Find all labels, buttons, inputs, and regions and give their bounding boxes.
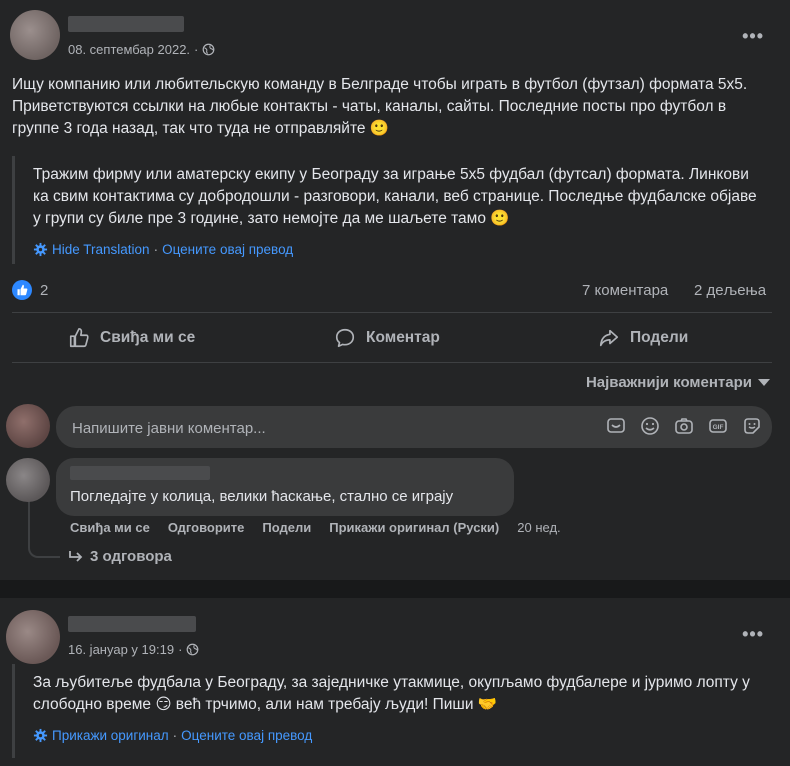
comment-sort-dropdown[interactable]: Најважнији коментари — [586, 374, 770, 391]
translation-controls: Hide Translation · Оцените овај превод — [33, 242, 293, 257]
gear-icon — [33, 728, 48, 743]
current-user-avatar[interactable] — [6, 404, 50, 448]
hide-translation-link[interactable]: Hide Translation — [52, 242, 150, 257]
comment-input[interactable] — [70, 406, 594, 450]
shares-count[interactable]: 2 дељења — [694, 282, 766, 299]
comment-text: Погледајте у колица, велики ћаскање, ста… — [70, 488, 454, 505]
commenter-name-redacted[interactable] — [70, 466, 210, 480]
caret-down-icon — [758, 378, 770, 386]
translation-quote: За љубитеље фудбала у Београду, за зајед… — [12, 664, 775, 758]
post-date[interactable]: 08. септембар 2022. — [68, 42, 190, 57]
author-avatar[interactable] — [6, 610, 60, 664]
like-reaction-icon — [12, 280, 32, 300]
sticker-icon[interactable] — [742, 416, 762, 436]
author-avatar[interactable] — [10, 10, 60, 60]
comment-actions: Свиђа ми се Одговорите Подели Прикажи ор… — [70, 520, 561, 535]
globe-icon — [203, 43, 215, 56]
rate-translation-link[interactable]: Оцените овај превод — [162, 242, 293, 257]
share-icon — [599, 329, 619, 347]
post-body: Ищу компанию или любительскую команду в … — [12, 76, 748, 137]
reply-arrow-icon — [69, 550, 83, 562]
gif-icon[interactable]: GIF — [708, 416, 728, 436]
divider — [12, 362, 772, 363]
gear-icon — [33, 242, 48, 257]
divider — [12, 312, 772, 313]
post-date[interactable]: 16. јануар у 19:19 — [68, 642, 174, 657]
post-meta: 08. септембар 2022. · — [68, 42, 215, 57]
translation-controls: Прикажи оригинал · Оцените овај превод — [33, 728, 312, 743]
input-tools: GIF — [606, 416, 762, 436]
comment-input-container: GIF — [56, 406, 772, 450]
globe-icon — [187, 643, 199, 656]
more-options-icon[interactable]: ••• — [742, 624, 764, 645]
show-original-link[interactable]: Прикажи оригинал — [52, 728, 169, 743]
more-options-icon[interactable]: ••• — [742, 26, 764, 47]
view-replies-button[interactable]: 3 одговора — [68, 548, 172, 565]
thumbs-up-icon — [69, 328, 89, 348]
comment-icon — [335, 328, 355, 348]
comment-reply-link[interactable]: Одговорите — [168, 520, 245, 535]
rate-translation-link[interactable]: Оцените овај превод — [181, 728, 312, 743]
thread-connector — [28, 500, 60, 558]
commenter-avatar[interactable] — [6, 458, 50, 502]
avatar-sticker-icon[interactable] — [606, 416, 626, 436]
comments-count[interactable]: 7 коментара — [582, 282, 668, 299]
emoji-icon[interactable] — [640, 416, 660, 436]
author-name-redacted[interactable] — [68, 16, 184, 32]
show-original-link[interactable]: Прикажи оригинал (Руски) — [329, 520, 499, 535]
translation-quote: Тражим фирму или аматерску екипу у Беогр… — [12, 156, 775, 264]
comment-bubble: Погледајте у колица, велики ћаскање, ста… — [56, 458, 514, 516]
comment-button[interactable]: Коментар — [334, 320, 440, 356]
camera-icon[interactable] — [674, 416, 694, 436]
post-body-translated: За љубитеље фудбала у Београду, за зајед… — [33, 674, 750, 713]
post-card-2: 16. јануар у 19:19 · ••• За љубитеље фуд… — [0, 598, 790, 766]
translation-text: Тражим фирму или аматерску екипу у Беогр… — [33, 166, 757, 227]
like-count: 2 — [40, 281, 49, 299]
svg-text:GIF: GIF — [713, 424, 724, 431]
post-card-1: 08. септембар 2022. · ••• Ищу компанию и… — [0, 0, 790, 580]
comment-like-link[interactable]: Свиђа ми се — [70, 520, 150, 535]
post-meta: 16. јануар у 19:19 · — [68, 642, 199, 657]
author-name-redacted[interactable] — [68, 616, 196, 632]
share-button[interactable]: Подели — [598, 320, 688, 356]
like-button[interactable]: Свиђа ми се — [68, 320, 195, 356]
comment-time[interactable]: 20 нед. — [517, 520, 560, 535]
reactions-summary[interactable]: 2 — [12, 280, 48, 300]
comment-share-link[interactable]: Подели — [262, 520, 311, 535]
